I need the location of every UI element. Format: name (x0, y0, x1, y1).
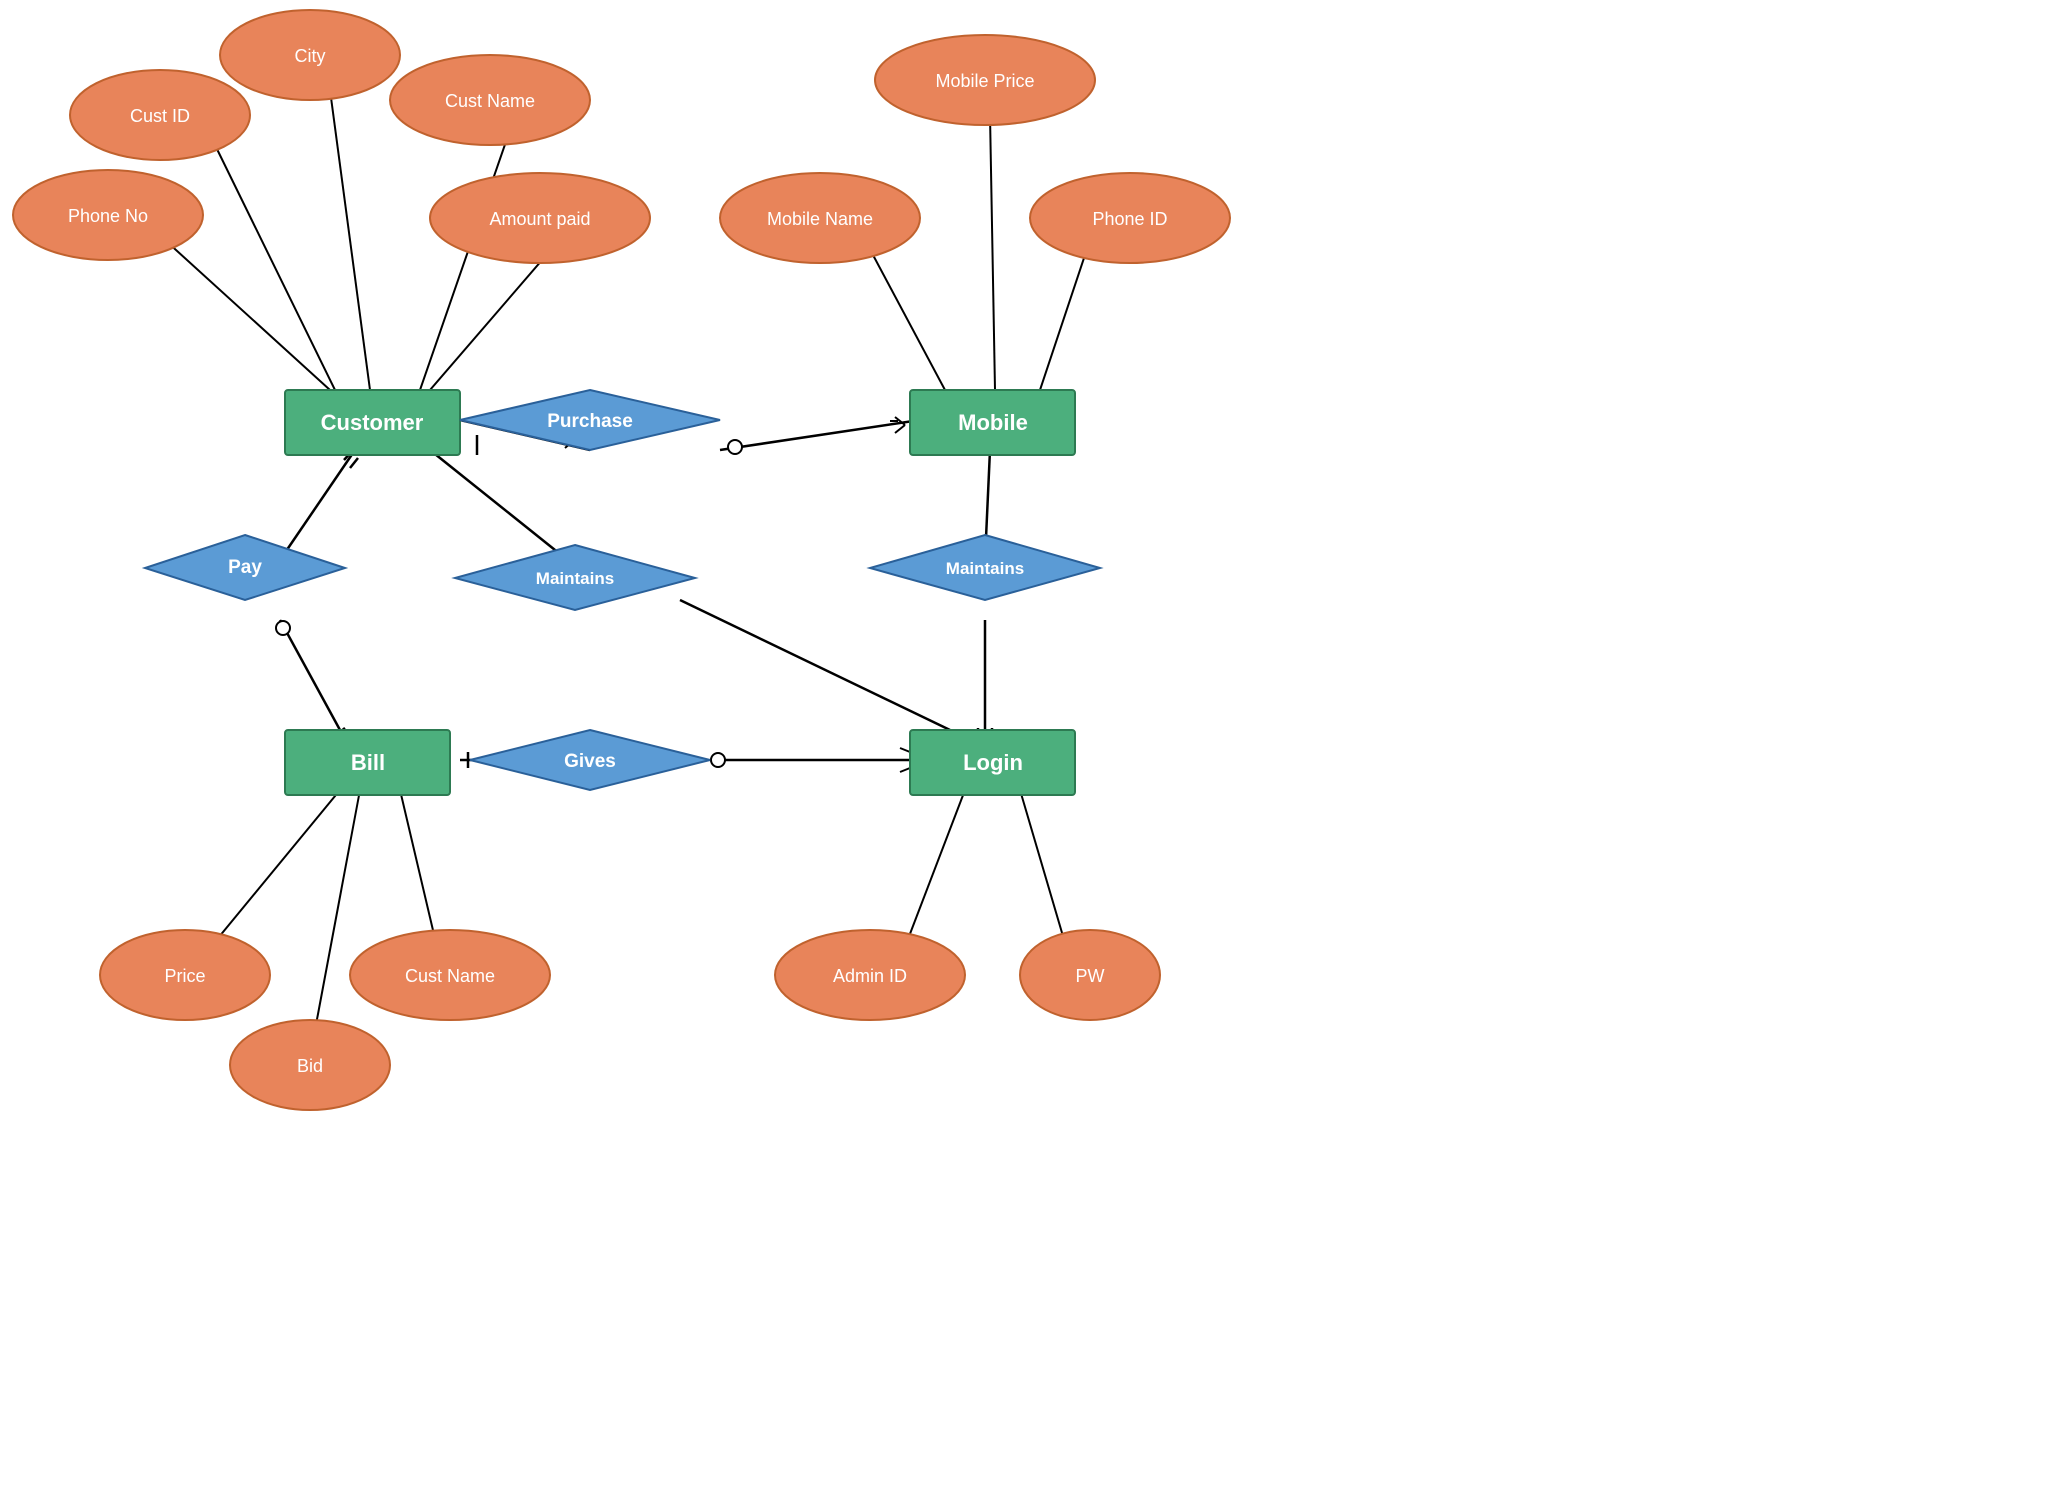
attribute-cust-name-bill-label: Cust Name (405, 966, 495, 986)
relationship-pay-label: Pay (228, 557, 262, 578)
entity-mobile-label: Mobile (958, 410, 1028, 435)
attribute-bid-label: Bid (297, 1056, 323, 1076)
attribute-price-label: Price (164, 966, 205, 986)
attribute-phone-no-label: Phone No (68, 206, 148, 226)
attribute-cust-id-label: Cust ID (130, 106, 190, 126)
entity-customer-label: Customer (321, 410, 424, 435)
relationship-maintains-right-label: Maintains (946, 559, 1024, 578)
attribute-phone-id-label: Phone ID (1092, 209, 1167, 229)
attribute-pw-label: PW (1076, 966, 1105, 986)
attribute-city-label: City (295, 46, 326, 66)
relationship-gives-label: Gives (564, 751, 616, 772)
attribute-amount-paid-label: Amount paid (489, 209, 590, 229)
entity-bill-label: Bill (351, 750, 385, 775)
attribute-mobile-name-label: Mobile Name (767, 209, 873, 229)
relationship-purchase-label: Purchase (547, 411, 633, 432)
attribute-cust-name-label: Cust Name (445, 91, 535, 111)
attribute-admin-id-label: Admin ID (833, 966, 907, 986)
er-diagram: Customer Mobile Bill Login Purchase Pay … (0, 0, 2048, 1509)
relationship-maintains-left-label: Maintains (536, 569, 614, 588)
entity-login-label: Login (963, 750, 1023, 775)
attribute-mobile-price-label: Mobile Price (935, 71, 1034, 91)
